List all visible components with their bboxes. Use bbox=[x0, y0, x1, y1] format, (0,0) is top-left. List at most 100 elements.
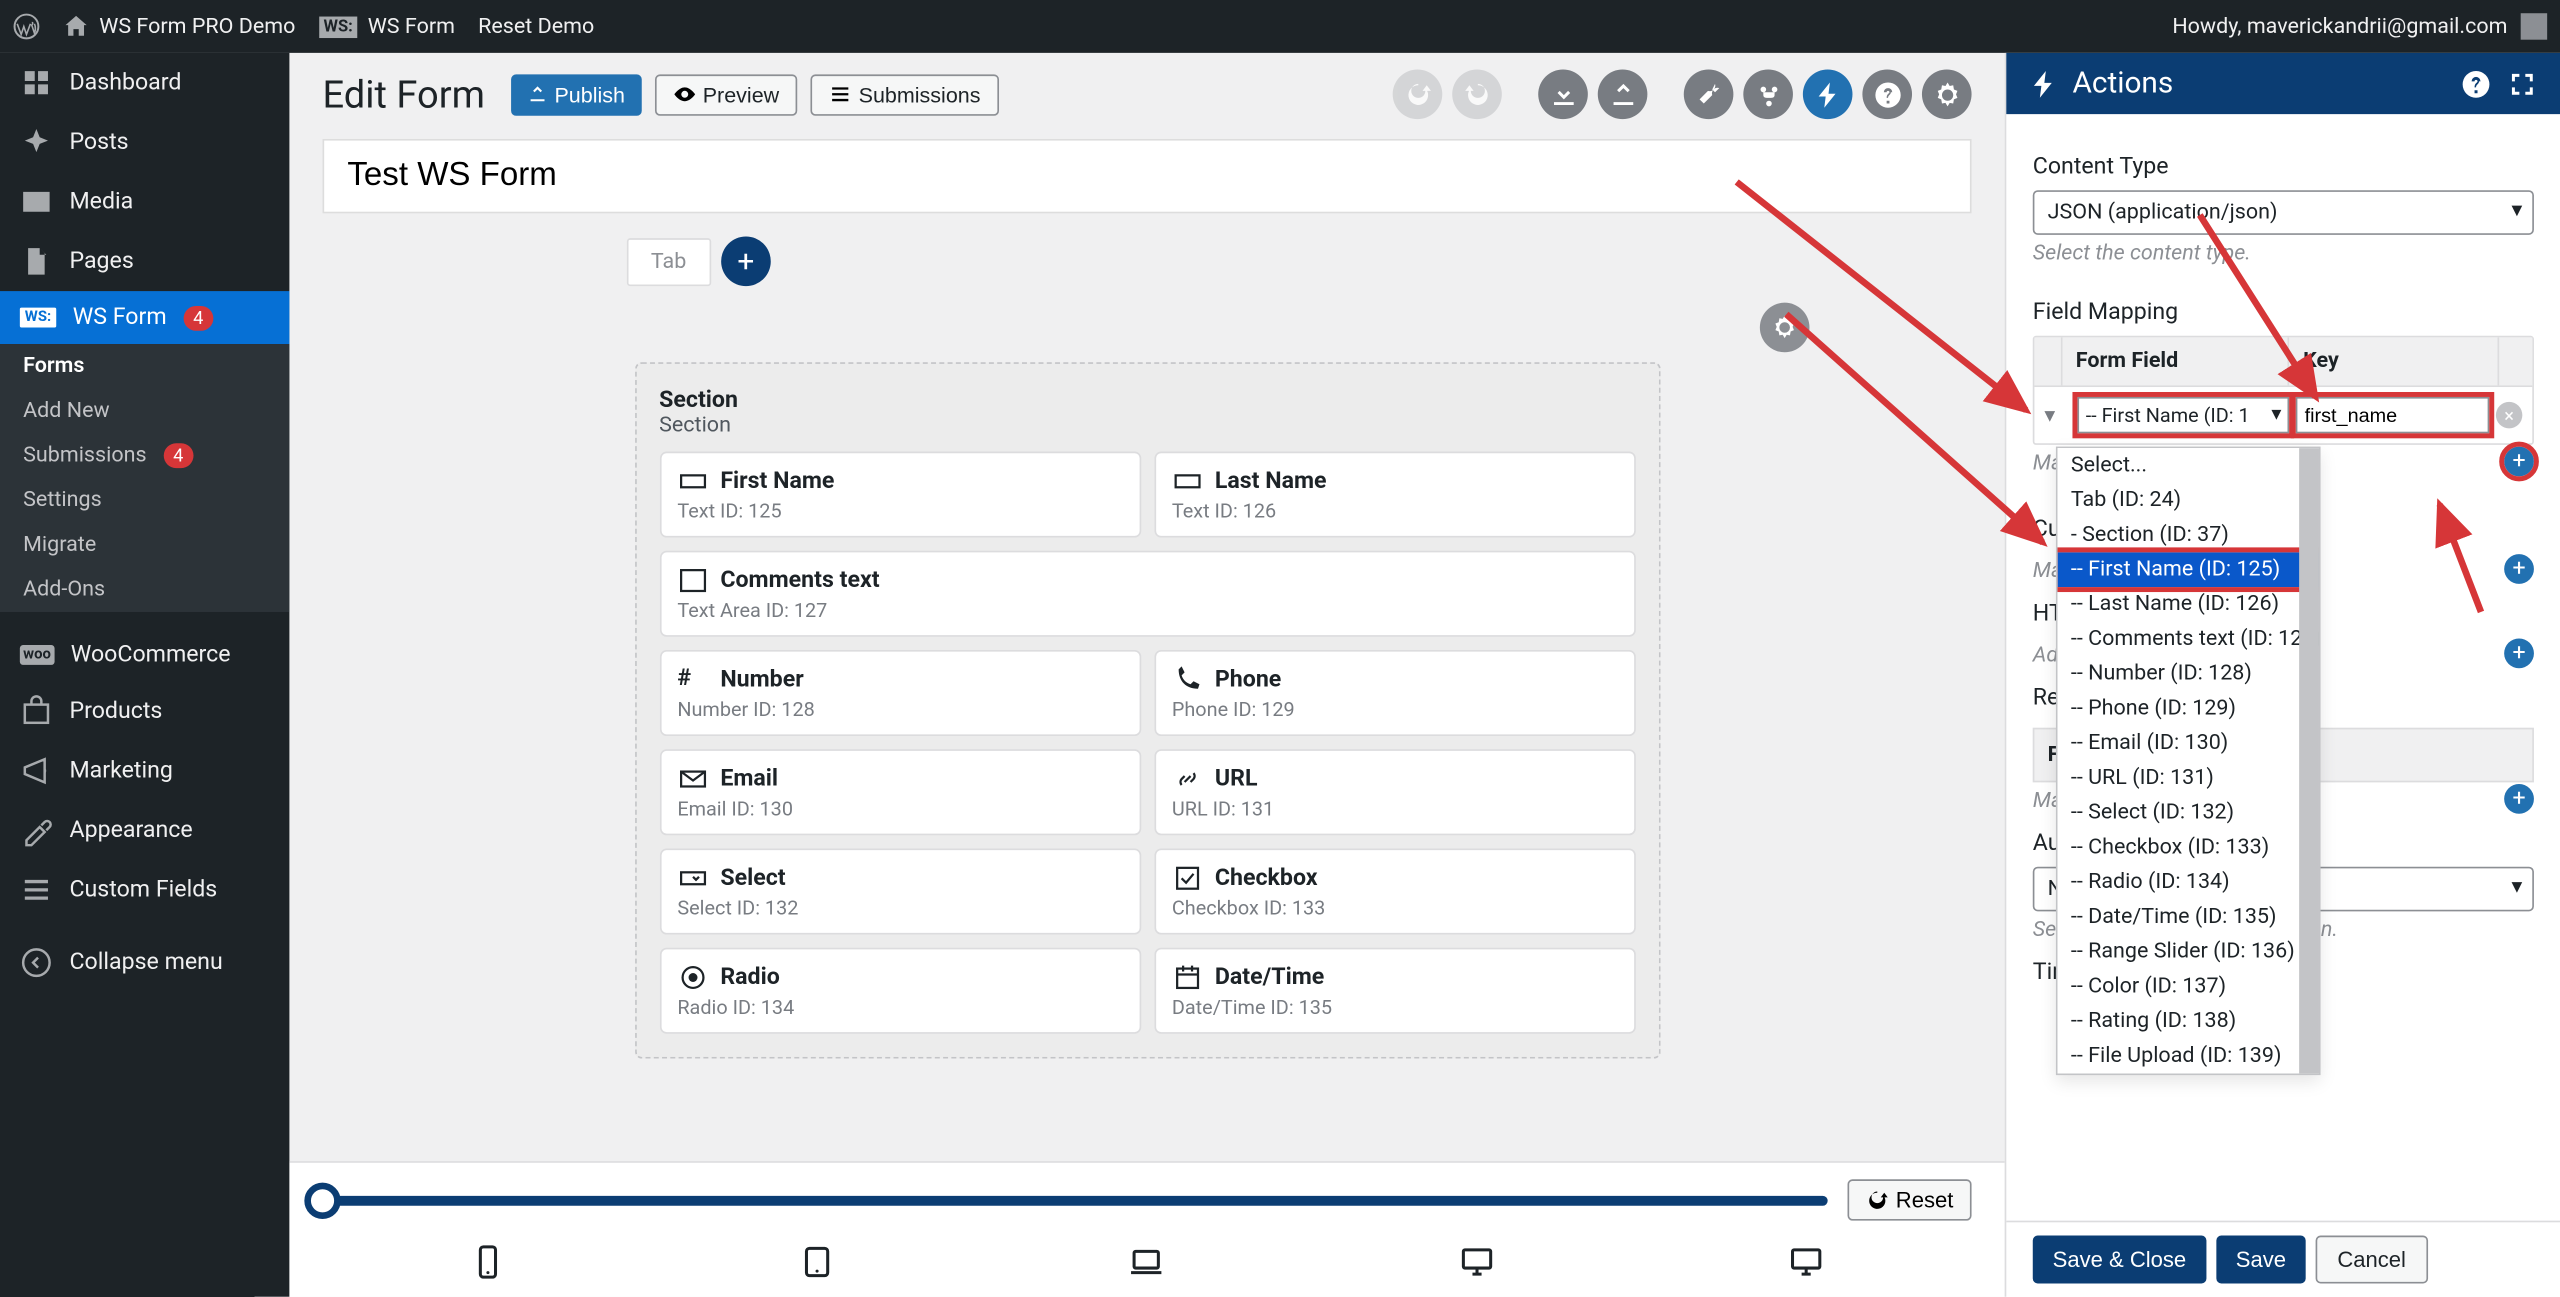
panel-title: Actions bbox=[2072, 66, 2173, 101]
field-url[interactable]: URLURL ID: 131 bbox=[1154, 749, 1635, 835]
content-type-select[interactable]: JSON (application/json) bbox=[2033, 190, 2534, 235]
field-dropdown[interactable]: Select...Tab (ID: 24)- Section (ID: 37)-… bbox=[2056, 447, 2321, 1076]
publish-button[interactable]: Publish bbox=[511, 74, 641, 115]
dropdown-option[interactable]: -- Last Name (ID: 126) bbox=[2058, 587, 2319, 622]
tablet-landscape-icon[interactable] bbox=[1129, 1244, 1165, 1280]
conditional-button[interactable] bbox=[1743, 69, 1793, 119]
save-button[interactable]: Save bbox=[2216, 1236, 2306, 1284]
dropdown-option[interactable]: -- File Upload (ID: 139) bbox=[2058, 1039, 2319, 1074]
editor-main: Edit Form Publish Preview Submissions bbox=[289, 53, 2004, 1297]
tablet-portrait-icon[interactable] bbox=[799, 1244, 835, 1280]
field-first-name[interactable]: First NameText ID: 125 bbox=[659, 452, 1140, 538]
tab-settings-button[interactable] bbox=[1759, 303, 1809, 353]
sidebar-sub-settings[interactable]: Settings bbox=[0, 478, 289, 523]
desktop-small-icon[interactable] bbox=[1459, 1244, 1495, 1280]
dropdown-option[interactable]: -- Range Slider (ID: 136) bbox=[2058, 935, 2319, 970]
field-date-time[interactable]: Date/TimeDate/Time ID: 135 bbox=[1154, 948, 1635, 1034]
sidebar-sub-add-new[interactable]: Add New bbox=[0, 389, 289, 434]
dropdown-option[interactable]: -- Email (ID: 130) bbox=[2058, 726, 2319, 761]
add-custom-button[interactable]: + bbox=[2504, 553, 2534, 583]
sidebar-item-products[interactable]: Products bbox=[0, 681, 289, 741]
key-input[interactable] bbox=[2296, 397, 2489, 433]
dropdown-option[interactable]: -- Phone (ID: 129) bbox=[2058, 691, 2319, 726]
sidebar-item-marketing[interactable]: Marketing bbox=[0, 741, 289, 801]
admin-sidebar: DashboardPostsMediaPagesWS:WS Form4Forms… bbox=[0, 53, 289, 1297]
dropdown-option[interactable]: -- Checkbox (ID: 133) bbox=[2058, 830, 2319, 865]
sidebar-sub-add-ons[interactable]: Add-Ons bbox=[0, 567, 289, 612]
dropdown-option[interactable]: -- URL (ID: 131) bbox=[2058, 761, 2319, 796]
mobile-icon[interactable] bbox=[469, 1244, 505, 1280]
panel-help-icon[interactable] bbox=[2461, 69, 2491, 99]
wp-logo[interactable] bbox=[13, 13, 39, 39]
sidebar-item-dashboard[interactable]: Dashboard bbox=[0, 53, 289, 113]
field-checkbox[interactable]: CheckboxCheckbox ID: 133 bbox=[1154, 849, 1635, 935]
save-close-button[interactable]: Save & Close bbox=[2033, 1236, 2206, 1284]
field-last-name[interactable]: Last NameText ID: 126 bbox=[1154, 452, 1635, 538]
tab-item[interactable]: Tab bbox=[626, 237, 711, 285]
reset-breakpoints-button[interactable]: Reset bbox=[1848, 1179, 1972, 1220]
howdy-text[interactable]: Howdy, maverickandrii@gmail.com bbox=[2172, 14, 2507, 39]
sidebar-item-media[interactable]: Media bbox=[0, 172, 289, 232]
sidebar-sub-forms[interactable]: Forms bbox=[0, 344, 289, 389]
add-response-button[interactable]: + bbox=[2504, 783, 2534, 813]
remove-row-button[interactable]: × bbox=[2496, 402, 2522, 428]
preview-button[interactable]: Preview bbox=[655, 74, 798, 115]
dropdown-option[interactable]: -- Color (ID: 137) bbox=[2058, 969, 2319, 1004]
form-field-select[interactable]: -- First Name (ID: 1 bbox=[2077, 397, 2289, 433]
sidebar-sub-migrate[interactable]: Migrate bbox=[0, 523, 289, 568]
add-tab-button[interactable]: + bbox=[721, 237, 771, 287]
panel-expand-icon[interactable] bbox=[2507, 69, 2537, 99]
field-comments-text[interactable]: Comments textText Area ID: 127 bbox=[659, 551, 1635, 637]
section[interactable]: Section Section First NameText ID: 125La… bbox=[634, 362, 1659, 1058]
breakpoint-slider[interactable] bbox=[323, 1195, 1828, 1205]
add-header-button[interactable]: + bbox=[2504, 638, 2534, 668]
page-title: Edit Form bbox=[323, 72, 485, 117]
dropdown-option[interactable]: -- Radio (ID: 134) bbox=[2058, 865, 2319, 900]
sidebar-item-posts[interactable]: Posts bbox=[0, 112, 289, 172]
site-name-link[interactable]: WS Form PRO Demo bbox=[63, 13, 296, 39]
dropdown-option[interactable]: -- Select (ID: 132) bbox=[2058, 796, 2319, 831]
dropdown-option[interactable]: -- Signature (ID: 141) bbox=[2058, 1073, 2319, 1075]
undo-button[interactable] bbox=[1393, 69, 1443, 119]
dropdown-option[interactable]: Select... bbox=[2058, 448, 2319, 483]
cancel-button[interactable]: Cancel bbox=[2316, 1236, 2428, 1284]
field-number[interactable]: #NumberNumber ID: 128 bbox=[659, 650, 1140, 736]
sidebar-item-appearance[interactable]: Appearance bbox=[0, 801, 289, 861]
drag-handle-icon[interactable]: ▾ bbox=[2044, 403, 2070, 428]
sidebar-item-woocommerce[interactable]: wooWooCommerce bbox=[0, 629, 289, 682]
import-button[interactable] bbox=[1538, 69, 1588, 119]
form-name-input[interactable] bbox=[323, 139, 1972, 213]
form-settings-button[interactable] bbox=[1922, 69, 1972, 119]
collapse-menu[interactable]: Collapse menu bbox=[0, 933, 289, 993]
section-type: Section bbox=[659, 414, 1635, 439]
avatar[interactable] bbox=[2521, 13, 2547, 39]
submissions-button[interactable]: Submissions bbox=[811, 74, 999, 115]
export-button[interactable] bbox=[1598, 69, 1648, 119]
bolt-icon bbox=[2029, 69, 2059, 99]
actions-button[interactable] bbox=[1803, 69, 1853, 119]
field-mapping-label: Field Mapping bbox=[2033, 299, 2534, 325]
redo-button[interactable] bbox=[1452, 69, 1502, 119]
desktop-large-icon[interactable] bbox=[1788, 1244, 1824, 1280]
wsform-link[interactable]: WS:WS Form bbox=[319, 14, 455, 39]
section-title: Section bbox=[659, 387, 1635, 413]
dropdown-option[interactable]: -- Number (ID: 128) bbox=[2058, 657, 2319, 692]
sidebar-sub-submissions[interactable]: Submissions4 bbox=[0, 433, 289, 478]
dropdown-option[interactable]: -- Date/Time (ID: 135) bbox=[2058, 900, 2319, 935]
sidebar-item-custom-fields[interactable]: Custom Fields bbox=[0, 860, 289, 920]
field-phone[interactable]: PhonePhone ID: 129 bbox=[1154, 650, 1635, 736]
dropdown-option[interactable]: - Section (ID: 37) bbox=[2058, 518, 2319, 553]
dropdown-option[interactable]: -- First Name (ID: 125) bbox=[2058, 552, 2319, 587]
dropdown-option[interactable]: -- Comments text (ID: 127) bbox=[2058, 622, 2319, 657]
settings-button[interactable] bbox=[1684, 69, 1734, 119]
field-email[interactable]: EmailEmail ID: 130 bbox=[659, 749, 1140, 835]
dropdown-option[interactable]: -- Rating (ID: 138) bbox=[2058, 1004, 2319, 1039]
add-mapping-button[interactable]: + bbox=[2504, 446, 2534, 476]
help-button[interactable] bbox=[1862, 69, 1912, 119]
dropdown-option[interactable]: Tab (ID: 24) bbox=[2058, 483, 2319, 518]
reset-demo-link[interactable]: Reset Demo bbox=[478, 14, 594, 39]
sidebar-item-pages[interactable]: Pages bbox=[0, 232, 289, 292]
field-radio[interactable]: RadioRadio ID: 134 bbox=[659, 948, 1140, 1034]
field-select[interactable]: SelectSelect ID: 132 bbox=[659, 849, 1140, 935]
sidebar-item-ws-form[interactable]: WS:WS Form4 bbox=[0, 291, 289, 344]
